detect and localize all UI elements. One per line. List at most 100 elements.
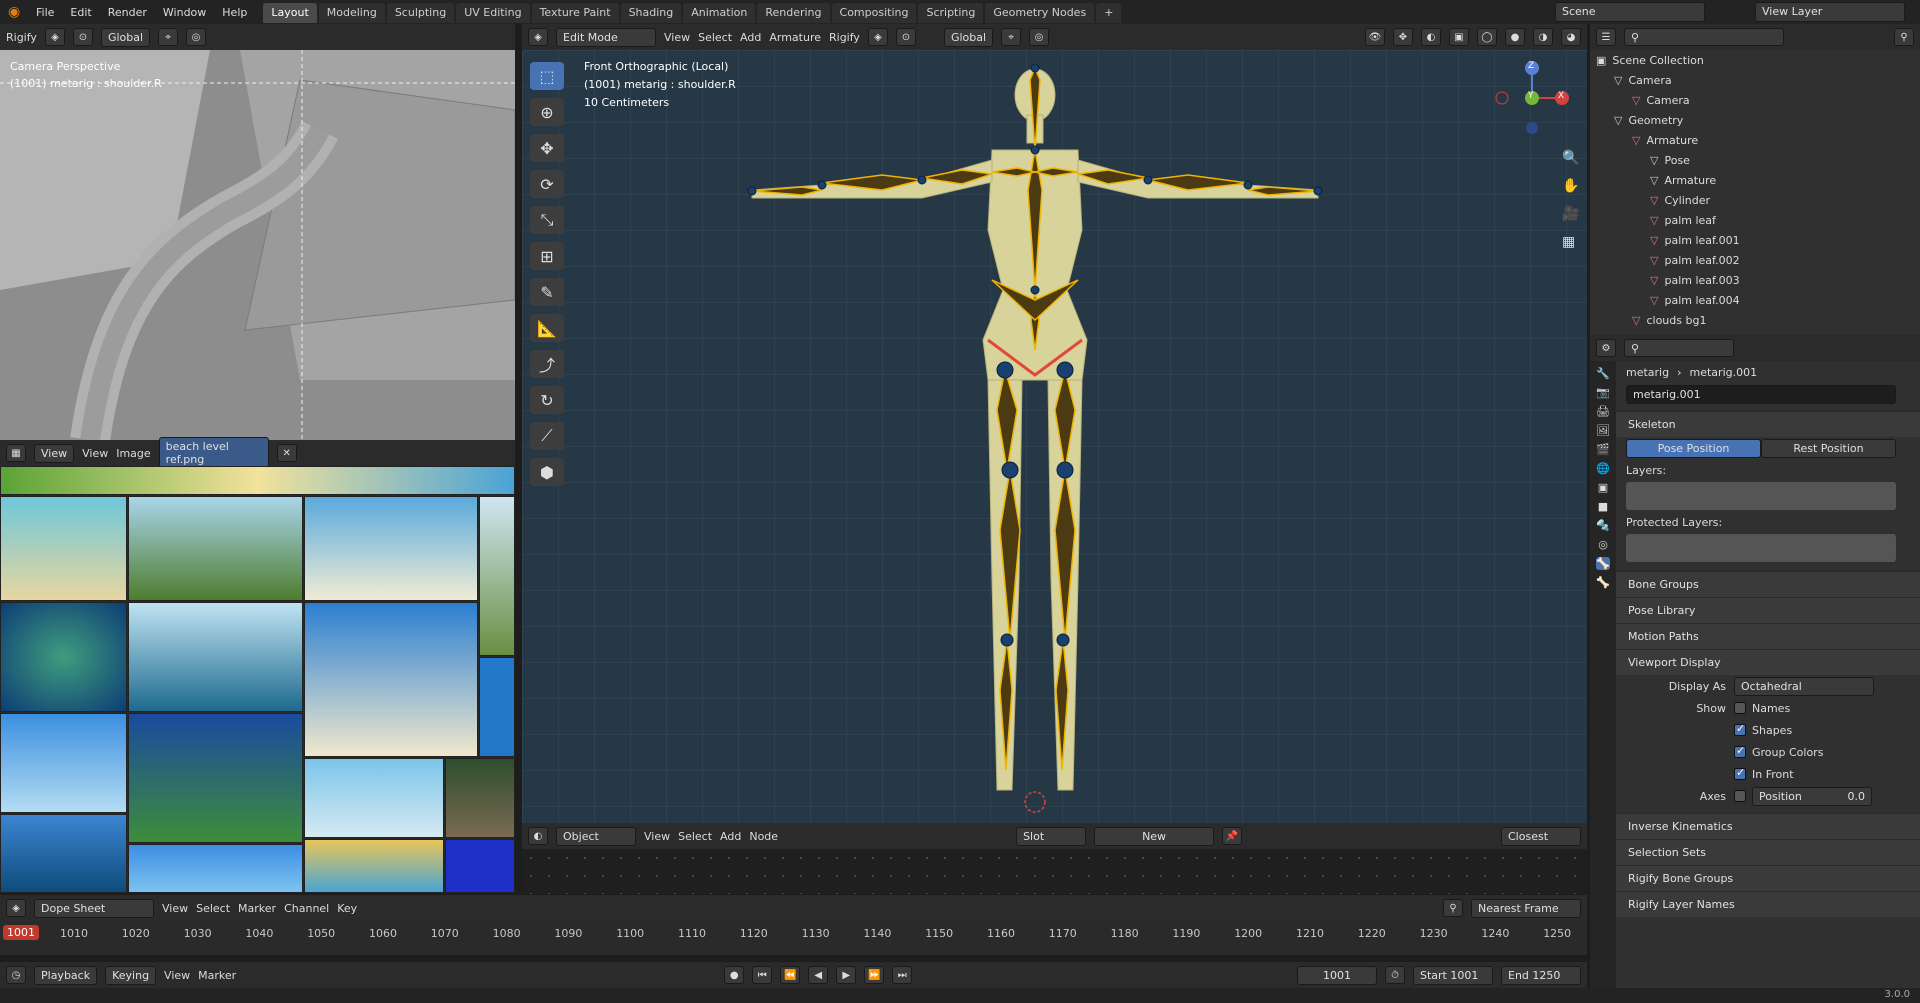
mode-dropdown[interactable]: Edit Mode	[556, 27, 656, 47]
frame-field[interactable]: 1001	[1297, 965, 1377, 985]
clock-icon[interactable]: ⏱	[1385, 966, 1405, 984]
menu-file[interactable]: File	[28, 6, 62, 19]
tl-menu-view[interactable]: View	[164, 969, 190, 982]
protected-layers-grid[interactable]	[1616, 533, 1920, 563]
image-view-dropdown[interactable]: View	[34, 443, 75, 463]
outliner-row[interactable]: ▽ clouds bg1	[1590, 310, 1920, 330]
ds-menu-channel[interactable]: Channel	[284, 902, 329, 915]
display-as-dropdown[interactable]: Octahedral	[1734, 676, 1874, 696]
in-front-checkbox[interactable]	[1734, 766, 1746, 780]
record-icon[interactable]: ●	[724, 966, 745, 984]
ds-snap-dropdown[interactable]: Nearest Frame	[1471, 898, 1581, 918]
play-icon[interactable]: ▶	[836, 966, 857, 984]
bone-tab-icon[interactable]: 🦴	[1596, 576, 1610, 589]
scene-tab-icon[interactable]: 🎬	[1596, 443, 1610, 456]
tab-geometry-nodes[interactable]: Geometry Nodes	[985, 3, 1095, 23]
outliner-row[interactable]: ▽ Cylinder	[1590, 190, 1920, 210]
inverse-kinematics-section[interactable]: Inverse Kinematics	[1616, 813, 1920, 839]
image-name-field[interactable]: beach level ref.png	[158, 437, 269, 469]
outliner-row[interactable]: ▽ Geometry	[1590, 110, 1920, 130]
tab-scripting[interactable]: Scripting	[918, 3, 984, 23]
ds-menu-marker[interactable]: Marker	[238, 902, 276, 915]
shading-material-icon[interactable]: ◑	[1533, 28, 1553, 46]
gizmo-icon[interactable]: ✥	[1393, 28, 1413, 46]
editor-type-icon[interactable]: ▦	[6, 444, 26, 462]
node-menu-select[interactable]: Select	[678, 830, 712, 843]
ds-menu-view[interactable]: View	[162, 902, 188, 915]
properties-search[interactable]: ⚲	[1624, 339, 1734, 357]
main-snap-icon[interactable]: ⌖	[1001, 28, 1022, 46]
tab-modeling[interactable]: Modeling	[318, 3, 385, 23]
outliner-row[interactable]: ▽ Armature	[1590, 130, 1920, 150]
left-3d-viewport[interactable]: Camera Perspective (1001) metarig : shou…	[0, 50, 515, 440]
pose-position-button[interactable]: Pose Position	[1626, 438, 1761, 458]
outliner-row[interactable]: ▽ palm leaf.002	[1590, 250, 1920, 270]
scene-collection-row[interactable]: ▣ Scene Collection	[1590, 50, 1920, 70]
play-reverse-icon[interactable]: ◀	[808, 966, 829, 984]
snap-icon[interactable]: ⌖	[158, 28, 179, 46]
physics-tab-icon[interactable]: ◎	[1598, 538, 1608, 551]
node-menu-view[interactable]: View	[644, 830, 670, 843]
shading-wire-icon[interactable]: ◯	[1477, 28, 1497, 46]
main-orientation-dropdown[interactable]: Global	[943, 27, 994, 47]
navigation-gizmo[interactable]: Z X Y	[1492, 58, 1572, 138]
outliner-row[interactable]: ▽ palm leaf.001	[1590, 230, 1920, 250]
tab-compositing[interactable]: Compositing	[831, 3, 917, 23]
outliner-row[interactable]: ▽ Pose	[1590, 150, 1920, 170]
properties-type-icon[interactable]: ⚙	[1596, 339, 1616, 357]
pan-hand-icon[interactable]: ✋	[1562, 178, 1579, 194]
main-transform-icon[interactable]: ◈	[867, 28, 888, 46]
rigify-layer-names-section[interactable]: Rigify Layer Names	[1616, 891, 1920, 917]
shading-solid-icon[interactable]: ●	[1505, 28, 1525, 46]
xray-icon[interactable]: ▣	[1449, 28, 1469, 46]
viewport-display-section[interactable]: Viewport Display	[1616, 649, 1920, 675]
add-workspace-icon[interactable]: +	[1096, 3, 1122, 23]
slot-dropdown[interactable]: Slot	[1016, 826, 1087, 846]
outliner-row[interactable]: ▽ palm leaf	[1590, 210, 1920, 230]
timeline-type-icon[interactable]: ◷	[6, 966, 26, 984]
orientation-dropdown[interactable]: Global	[100, 27, 151, 47]
dopesheet-mode-dropdown[interactable]: Dope Sheet	[34, 898, 154, 918]
new-material-button[interactable]: New	[1094, 826, 1215, 846]
blender-logo-icon[interactable]: ◉	[8, 4, 28, 20]
tab-shading[interactable]: Shading	[620, 3, 682, 23]
main-menu-rigify[interactable]: Rigify	[829, 31, 860, 44]
main-3d-viewport[interactable]: Front Orthographic (Local) (1001) metari…	[522, 50, 1587, 825]
shading-render-icon[interactable]: ◕	[1561, 28, 1581, 46]
armature-tab-icon[interactable]: 🦴	[1596, 557, 1610, 570]
dopesheet-type-icon[interactable]: ◈	[6, 899, 26, 917]
outliner-row[interactable]: ▽ Camera	[1590, 90, 1920, 110]
main-menu-view[interactable]: View	[664, 31, 690, 44]
jump-end-icon[interactable]: ⏭	[892, 966, 913, 984]
view-layer-selector[interactable]: View Layer	[1755, 2, 1905, 22]
tool-tab-icon[interactable]: 🔧	[1596, 367, 1610, 380]
modifier-tab-icon[interactable]: 🔩	[1596, 519, 1610, 532]
rest-position-button[interactable]: Rest Position	[1761, 438, 1896, 458]
skeleton-section[interactable]: Skeleton	[1616, 411, 1920, 437]
bone-groups-section[interactable]: Bone Groups	[1616, 571, 1920, 597]
current-frame-badge[interactable]: 1001	[3, 925, 39, 940]
main-proportional-icon[interactable]: ◎	[1029, 28, 1050, 46]
outliner-search[interactable]: ⚲	[1624, 28, 1784, 46]
image-menu-view[interactable]: View	[82, 447, 108, 460]
jump-start-icon[interactable]: ⏮	[752, 966, 773, 984]
pin-icon[interactable]: 📌	[1222, 827, 1243, 845]
output-tab-icon[interactable]: 🖨	[1596, 405, 1610, 418]
node-editor-area[interactable]	[522, 849, 1587, 894]
tab-layout[interactable]: Layout	[263, 3, 317, 23]
outliner-type-icon[interactable]: ☰	[1596, 28, 1616, 46]
outliner-filter-icon[interactable]: ⚲	[1894, 28, 1914, 46]
tab-animation[interactable]: Animation	[683, 3, 756, 23]
rigify-bone-groups-section[interactable]: Rigify Bone Groups	[1616, 865, 1920, 891]
menu-render[interactable]: Render	[100, 6, 155, 19]
object-tab-icon[interactable]: ■	[1598, 500, 1608, 513]
pivot-icon[interactable]: ⊙	[72, 28, 93, 46]
zoom-icon[interactable]: 🔍	[1562, 150, 1579, 166]
main-editor-type-icon[interactable]: ◈	[528, 28, 548, 46]
camera-view-icon[interactable]: 🎥	[1562, 206, 1579, 222]
ds-menu-select[interactable]: Select	[196, 902, 230, 915]
outliner-row[interactable]: ▽ palm leaf.003	[1590, 270, 1920, 290]
snap-closest-dropdown[interactable]: Closest	[1501, 826, 1581, 846]
tab-texture-paint[interactable]: Texture Paint	[531, 3, 619, 23]
tab-rendering[interactable]: Rendering	[757, 3, 830, 23]
